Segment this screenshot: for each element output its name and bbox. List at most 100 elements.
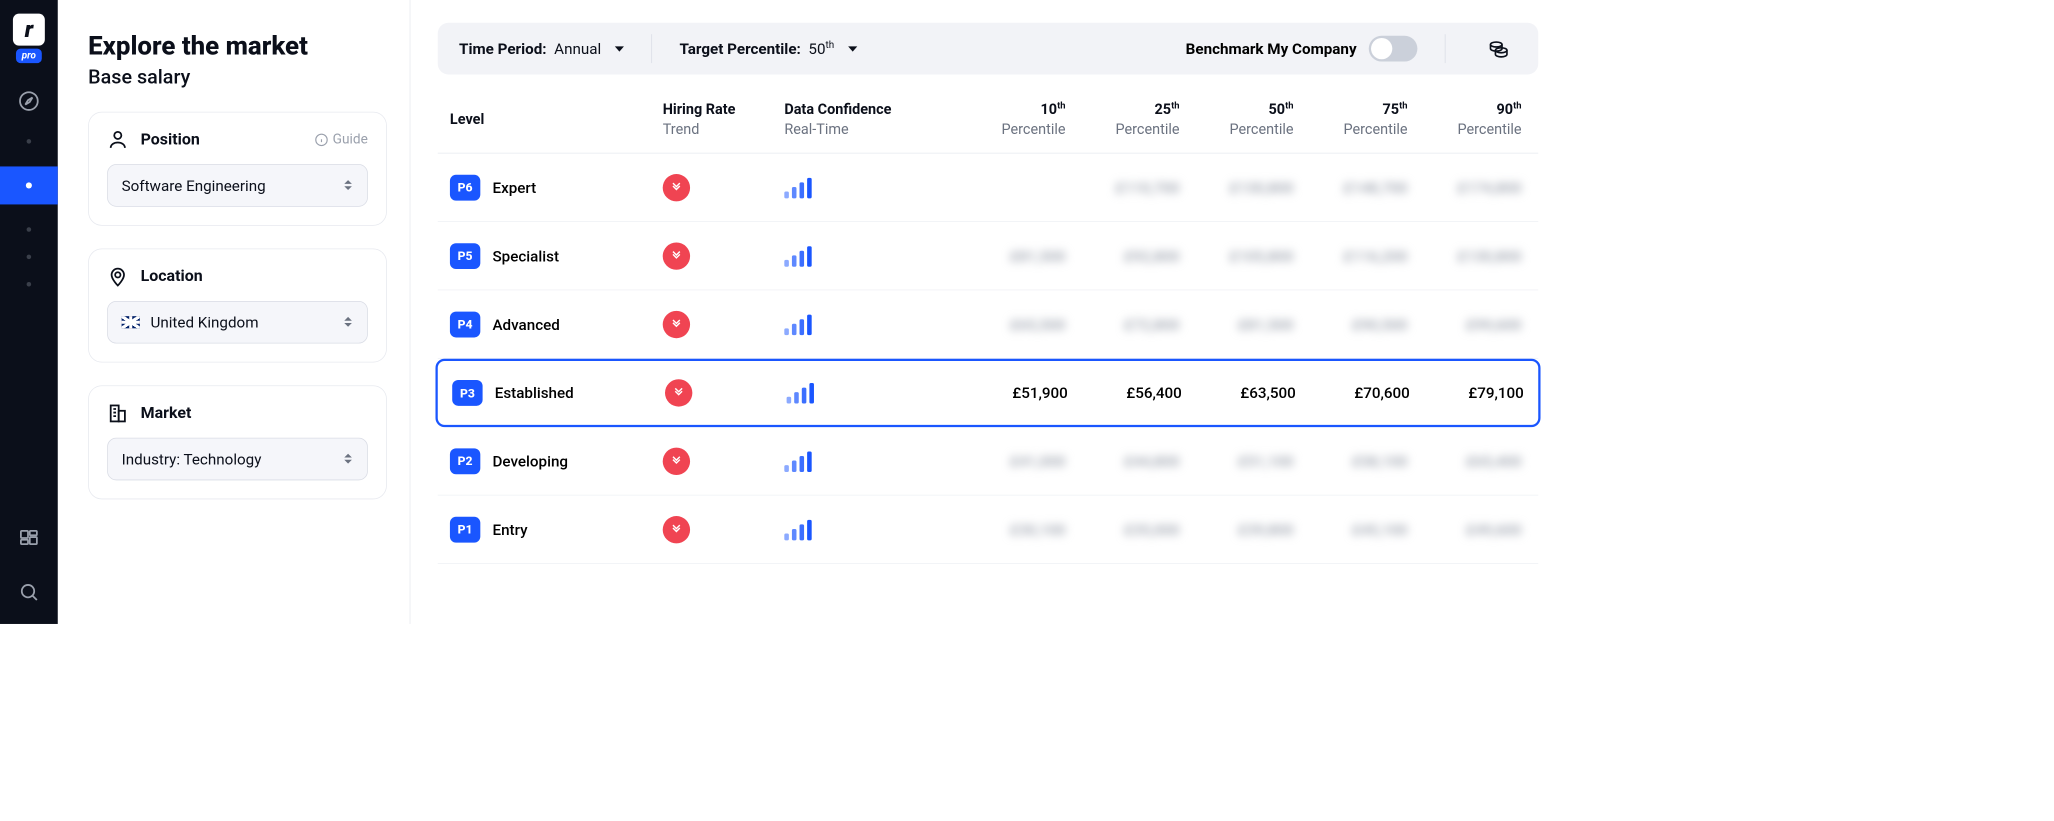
logo-letter: r	[13, 14, 45, 46]
nav-dot[interactable]	[27, 282, 32, 287]
toggle-switch[interactable]	[1369, 36, 1418, 62]
col-hiring: Hiring RateTrend	[663, 99, 785, 138]
confidence-bars	[787, 382, 954, 403]
p50-value: £51,100	[1180, 452, 1294, 470]
toolbar: Time Period: Annual Target Percentile: 5…	[438, 23, 1538, 75]
chevron-updown-icon	[343, 317, 354, 327]
time-period-label: Time Period:	[459, 40, 547, 58]
confidence-bars	[784, 177, 951, 198]
building-icon	[107, 402, 128, 423]
hiring-trend	[663, 242, 785, 269]
col-p75: 75thPercentile	[1294, 99, 1408, 138]
nav-dot[interactable]	[27, 255, 32, 260]
search-icon[interactable]	[14, 577, 44, 607]
benchmark-label: Benchmark My Company	[1186, 40, 1357, 58]
p25-value: £110,700	[1066, 178, 1180, 196]
panel-label: Position	[141, 130, 200, 148]
chevron-down-icon	[615, 46, 624, 51]
table-row[interactable]: P2Developing£41,000£44,800£51,100£58,100…	[438, 427, 1538, 495]
table-row[interactable]: P1Entry£30,100£35,000£39,800£45,100£49,6…	[438, 496, 1538, 564]
benchmark-toggle[interactable]: Benchmark My Company	[1186, 36, 1418, 62]
bars-icon	[784, 450, 951, 471]
level-name: Expert	[492, 178, 536, 196]
target-percentile-select[interactable]: Target Percentile: 50th	[679, 40, 857, 58]
location-select[interactable]: United Kingdom	[107, 301, 368, 344]
level-name: Established	[495, 384, 574, 402]
p90-value: £79,100	[1410, 384, 1524, 402]
trend-down-icon	[663, 242, 690, 269]
p25-value: £72,800	[1066, 315, 1180, 333]
market-select[interactable]: Industry: Technology	[107, 437, 368, 480]
chevron-down-icon	[848, 46, 857, 51]
pin-icon	[107, 266, 128, 287]
panel-position: Position Guide Software Engineering	[88, 111, 387, 225]
bars-icon	[784, 245, 951, 266]
page-subtitle: Base salary	[88, 66, 387, 89]
level-badge: P4	[450, 311, 480, 337]
nav-active-item[interactable]	[0, 166, 58, 204]
p50-value: £81,500	[1180, 315, 1294, 333]
table-header: Level Hiring RateTrend Data ConfidenceRe…	[438, 85, 1538, 153]
p90-value: £99,600	[1408, 315, 1522, 333]
location-value: United Kingdom	[150, 313, 258, 331]
col-p90: 90thPercentile	[1408, 99, 1522, 138]
confidence-bars	[784, 314, 951, 335]
p25-value: £35,000	[1066, 520, 1180, 538]
trend-down-icon	[665, 379, 692, 406]
p90-value: £49,600	[1408, 520, 1522, 538]
hiring-trend	[663, 516, 785, 543]
hiring-trend	[663, 310, 785, 337]
level-badge: P6	[450, 174, 480, 200]
nav-dot[interactable]	[27, 139, 32, 144]
level-badge: P5	[450, 243, 480, 269]
table-row[interactable]: P3Established£51,900£56,400£63,500£70,60…	[435, 359, 1540, 427]
p50-value: £39,800	[1180, 520, 1294, 538]
p75-value: £148,700	[1294, 178, 1408, 196]
compass-icon[interactable]	[14, 86, 44, 116]
level-cell: P3 Established	[452, 380, 665, 406]
bars-icon	[784, 519, 951, 540]
bars-icon	[787, 382, 954, 403]
confidence-bars	[784, 450, 951, 471]
col-p50: 50thPercentile	[1180, 99, 1294, 138]
position-select[interactable]: Software Engineering	[107, 164, 368, 207]
level-name: Entry	[492, 520, 527, 538]
page-title: Explore the market	[88, 30, 387, 62]
person-icon	[107, 129, 128, 150]
uk-flag-icon	[122, 316, 140, 328]
col-p10: 10thPercentile	[952, 99, 1066, 138]
p75-value: £58,100	[1294, 452, 1408, 470]
currency-button[interactable]	[1480, 30, 1516, 66]
bars-icon	[784, 177, 951, 198]
time-period-select[interactable]: Time Period: Annual	[459, 40, 624, 58]
confidence-bars	[784, 519, 951, 540]
separator	[651, 34, 652, 63]
col-confidence: Data ConfidenceReal-Time	[784, 99, 951, 138]
table-row[interactable]: P4Advanced£65,500£72,800£81,500£90,500£9…	[438, 290, 1538, 358]
hiring-trend	[665, 379, 787, 406]
dashboard-icon[interactable]	[14, 524, 44, 554]
nav-dot[interactable]	[27, 227, 32, 232]
p50-value: £130,800	[1180, 178, 1294, 196]
table-row[interactable]: P5Specialist£81,500£92,800£105,800£116,2…	[438, 222, 1538, 290]
panel-label: Location	[141, 267, 203, 285]
panel-location: Location United Kingdom	[88, 248, 387, 362]
target-percentile-label: Target Percentile:	[679, 40, 800, 58]
table-row[interactable]: P6Expert£110,700£130,800£148,700£174,800	[438, 154, 1538, 222]
guide-link[interactable]: Guide	[314, 131, 367, 147]
salary-table: Level Hiring RateTrend Data ConfidenceRe…	[438, 85, 1538, 564]
level-badge: P3	[452, 380, 482, 406]
level-cell: P4Advanced	[450, 311, 663, 337]
p90-value: £130,800	[1408, 247, 1522, 265]
level-cell: P2Developing	[450, 448, 663, 474]
panel-market: Market Industry: Technology	[88, 385, 387, 499]
trend-down-icon	[663, 174, 690, 201]
p25-value: £56,400	[1068, 384, 1182, 402]
level-badge: P2	[450, 448, 480, 474]
main-content: Time Period: Annual Target Percentile: 5…	[410, 0, 1561, 624]
chevron-updown-icon	[343, 180, 354, 190]
panel-label: Market	[141, 404, 192, 422]
p10-value: £41,000	[952, 452, 1066, 470]
p75-value: £90,500	[1294, 315, 1408, 333]
hiring-trend	[663, 174, 785, 201]
